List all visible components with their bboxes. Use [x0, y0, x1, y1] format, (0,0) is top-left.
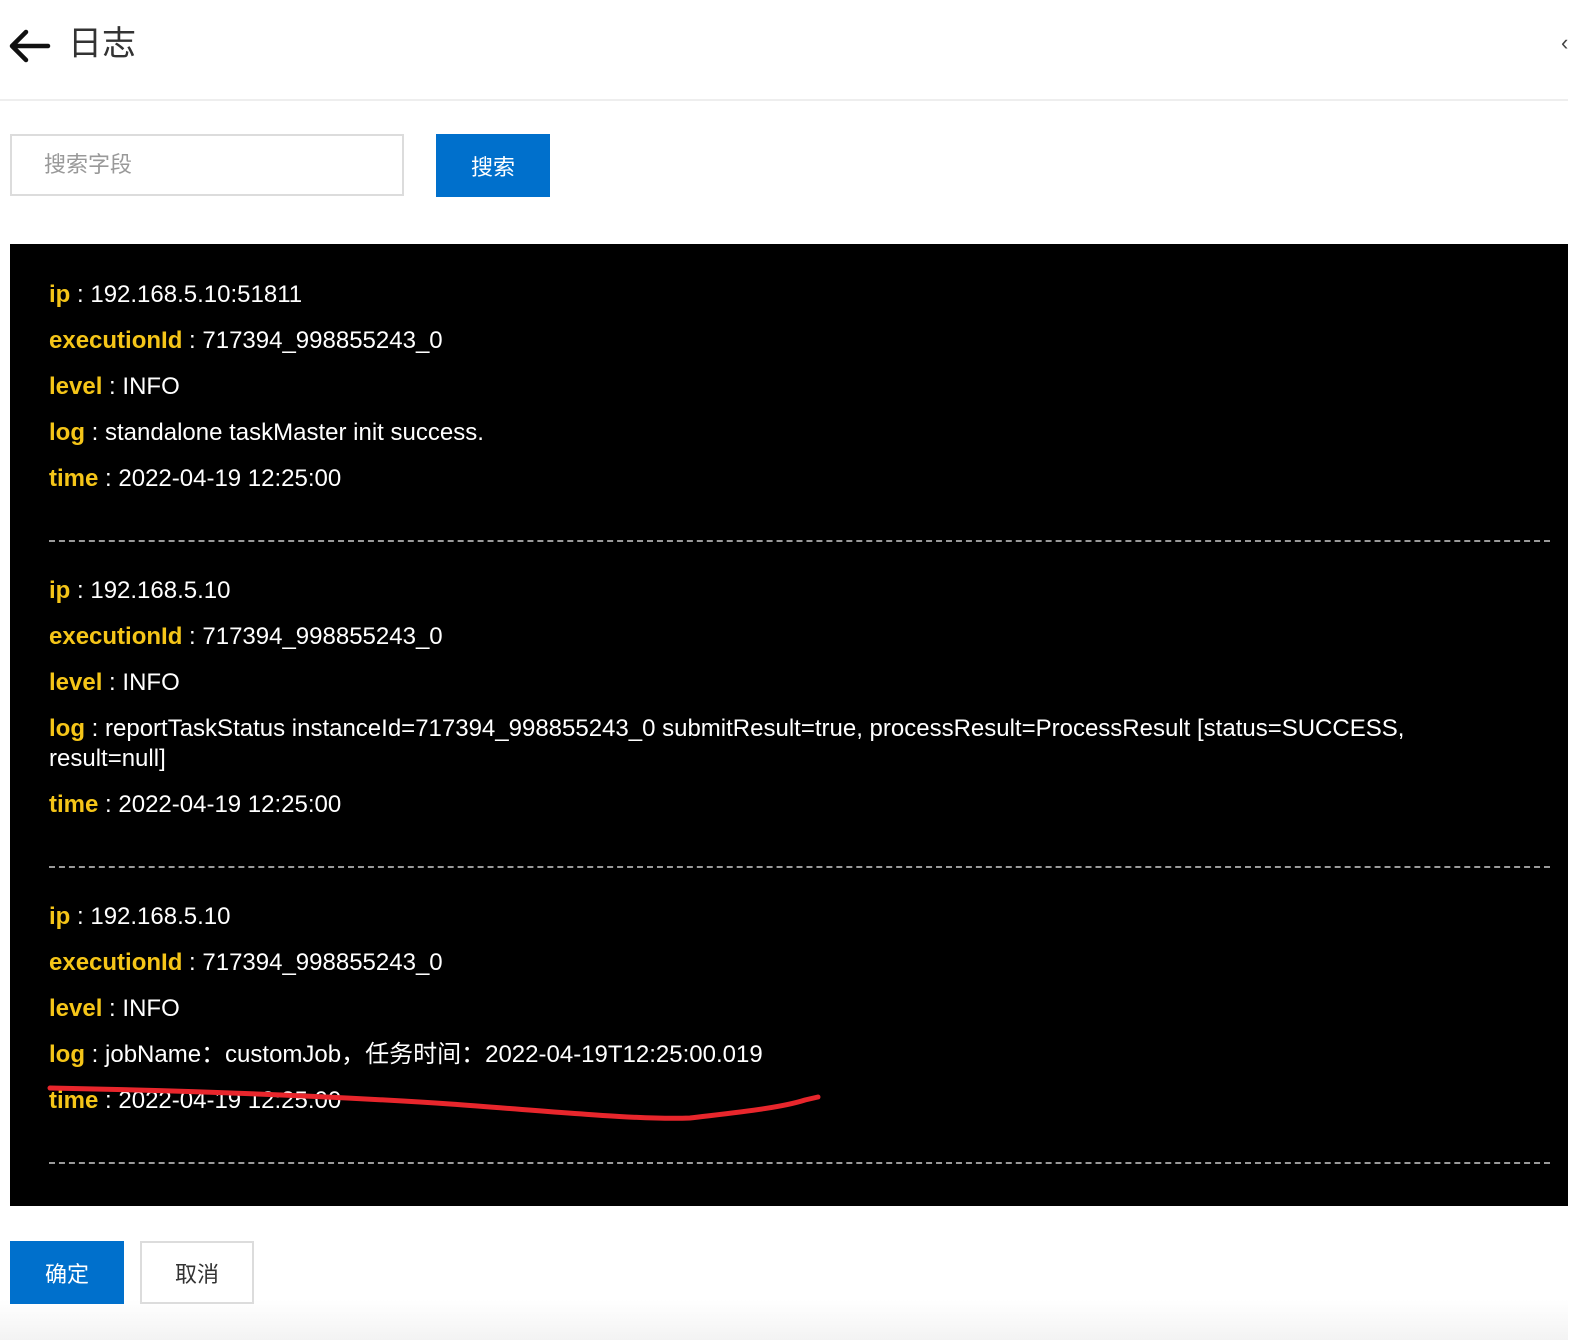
log-field-key: ip [49, 281, 71, 308]
page-header: 日志 ‹ [0, 0, 1568, 101]
log-field-separator: : [85, 715, 106, 742]
log-field-separator: : [70, 903, 91, 930]
log-divider [49, 866, 1550, 868]
log-field-ip: ip : 192.168.5.10:51811 [49, 280, 1489, 310]
log-field-separator: : [182, 623, 203, 650]
log-field-key: level [49, 669, 103, 696]
log-field-executionId: executionId : 717394_998855243_0 [49, 948, 1489, 978]
log-field-value: standalone taskMaster init success. [105, 419, 484, 446]
log-field-separator: : [102, 373, 123, 400]
log-field-key: executionId [49, 623, 183, 650]
log-field-ip: ip : 192.168.5.10 [49, 902, 1489, 932]
ok-button[interactable]: 确定 [10, 1241, 124, 1304]
log-field-value: reportTaskStatus instanceId=717394_99885… [49, 715, 1405, 772]
log-field-key: executionId [49, 949, 183, 976]
log-field-value: 717394_998855243_0 [202, 327, 443, 354]
log-field-separator: : [182, 327, 203, 354]
search-button[interactable]: 搜索 [436, 134, 550, 197]
log-field-value: 717394_998855243_0 [202, 623, 443, 650]
page-title: 日志 [68, 25, 136, 63]
log-field-value: INFO [122, 373, 180, 400]
log-field-log: log : jobName：customJob，任务时间：2022-04-19T… [49, 1040, 1489, 1070]
log-field-key: executionId [49, 327, 183, 354]
log-panel[interactable]: ip : 192.168.5.10:51811 executionId : 717… [10, 244, 1568, 1206]
search-input[interactable] [10, 134, 404, 196]
log-field-separator: : [102, 995, 123, 1022]
log-field-separator: : [70, 577, 91, 604]
log-field-value: 2022-04-19 12:25:00 [118, 791, 342, 818]
cancel-button[interactable]: 取消 [140, 1241, 254, 1304]
log-divider [49, 540, 1550, 542]
log-field-separator: : [85, 1041, 106, 1068]
log-field-key: time [49, 791, 99, 818]
log-field-key: time [49, 1087, 99, 1114]
log-field-level: level : INFO [49, 372, 1489, 402]
log-field-key: level [49, 995, 103, 1022]
log-field-value: 717394_998855243_0 [202, 949, 443, 976]
log-field-ip: ip : 192.168.5.10 [49, 576, 1489, 606]
log-field-key: log [49, 1041, 85, 1068]
log-field-time: time : 2022-04-19 12:25:00 [49, 790, 1489, 820]
log-field-separator: : [98, 1087, 119, 1114]
log-entry: ip : 192.168.5.10 executionId : 717394_99… [49, 576, 1550, 820]
log-field-key: log [49, 715, 85, 742]
log-field-time: time : 2022-04-19 12:25:00 [49, 1086, 1489, 1116]
log-field-log: log : standalone taskMaster init success… [49, 418, 1489, 448]
log-field-executionId: executionId : 717394_998855243_0 [49, 326, 1489, 356]
log-field-level: level : INFO [49, 994, 1489, 1024]
log-field-key: ip [49, 577, 71, 604]
log-field-separator: : [102, 669, 123, 696]
log-field-value: 192.168.5.10:51811 [90, 281, 303, 308]
log-field-key: ip [49, 903, 71, 930]
log-field-value: INFO [122, 995, 180, 1022]
log-field-log: log : reportTaskStatus instanceId=717394… [49, 714, 1489, 774]
log-field-separator: : [98, 465, 119, 492]
log-divider [49, 1162, 1550, 1164]
log-field-value: 2022-04-19 12:25:00 [118, 465, 342, 492]
log-field-value: 2022-04-19 12:25:00 [118, 1087, 342, 1114]
log-field-separator: : [182, 949, 203, 976]
log-field-separator: : [85, 419, 106, 446]
log-field-value: 192.168.5.10 [90, 577, 231, 604]
log-entry: ip : 192.168.5.10 executionId : 717394_99… [49, 902, 1550, 1116]
log-field-executionId: executionId : 717394_998855243_0 [49, 622, 1489, 652]
log-field-value: 192.168.5.10 [90, 903, 231, 930]
log-field-key: level [49, 373, 103, 400]
page-edge [1568, 0, 1590, 1340]
log-field-separator: : [70, 281, 91, 308]
log-field-time: time : 2022-04-19 12:25:00 [49, 464, 1489, 494]
log-field-key: log [49, 419, 85, 446]
log-field-key: time [49, 465, 99, 492]
log-field-value: INFO [122, 669, 180, 696]
log-field-level: level : INFO [49, 668, 1489, 698]
log-field-value: jobName：customJob，任务时间：2022-04-19T12:25:… [105, 1041, 763, 1068]
log-entry: ip : 192.168.5.10:51811 executionId : 717… [49, 280, 1550, 494]
log-field-separator: : [98, 791, 119, 818]
arrow-left-icon[interactable] [8, 28, 52, 64]
